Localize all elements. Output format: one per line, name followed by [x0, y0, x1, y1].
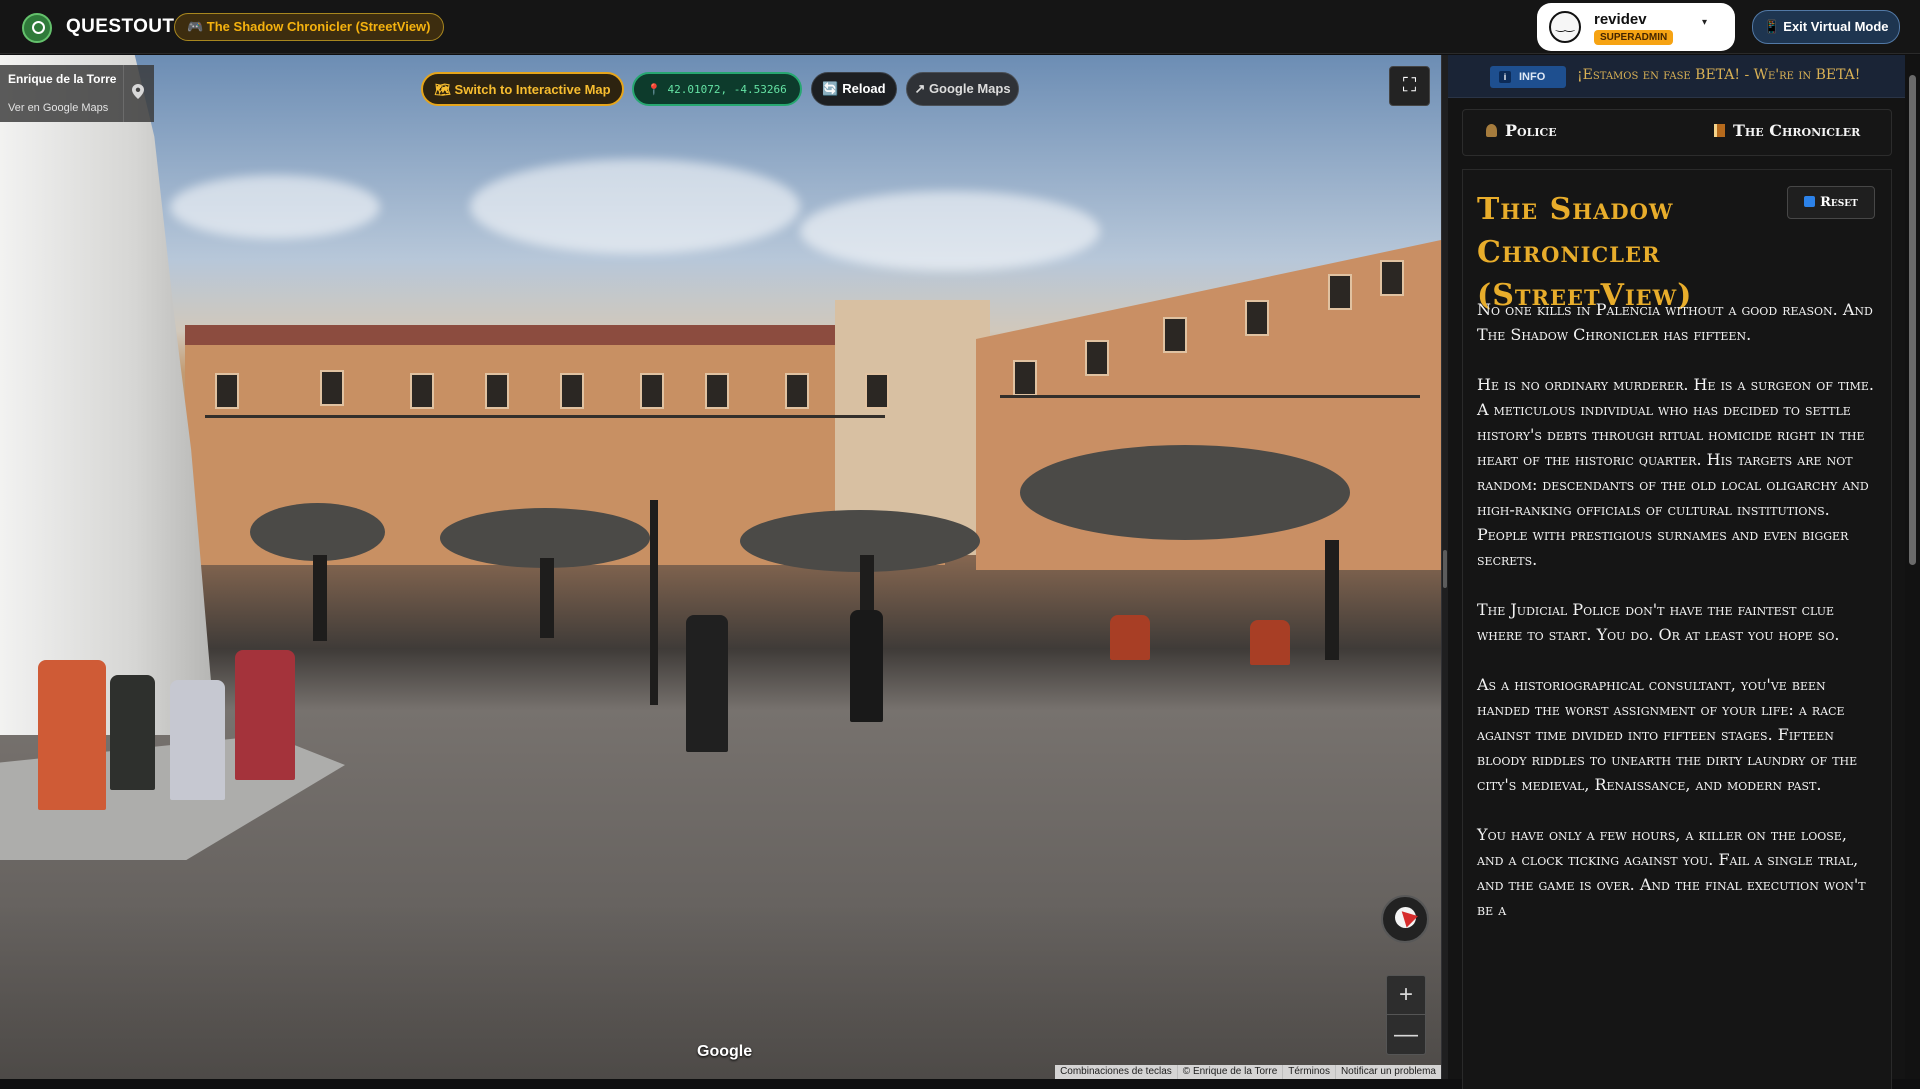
- panel-resize-handle[interactable]: [1441, 55, 1448, 1079]
- superadmin-badge: SUPERADMIN: [1594, 30, 1674, 45]
- username: revidev: [1594, 11, 1647, 28]
- zoom-in-button[interactable]: +: [1387, 976, 1425, 1015]
- reset-button[interactable]: Reset: [1787, 186, 1875, 219]
- story-paragraph: No one kills in Palencia without a good …: [1477, 300, 1873, 344]
- story-paragraph: You have only a few hours, a killer on t…: [1477, 825, 1866, 919]
- coordinates-display: 📍 42.01072, -4.53266: [632, 72, 802, 106]
- building-window: [485, 373, 509, 409]
- report-problem-link[interactable]: Notificar un problema: [1334, 1065, 1441, 1079]
- top-navigation-bar: QUESTOUT 🎮 The Shadow Chronicler (Street…: [0, 0, 1920, 54]
- sidebar-tabs: Police The Chronicler: [1462, 109, 1892, 156]
- tab-the-chronicler-label: The Chronicler: [1733, 121, 1861, 140]
- plaza-tree: [250, 503, 385, 561]
- copyright-link[interactable]: © Enrique de la Torre: [1176, 1065, 1282, 1079]
- active-quest-button[interactable]: 🎮 The Shadow Chronicler (StreetView): [174, 13, 444, 41]
- sidebar-scrollbar[interactable]: [1905, 55, 1920, 1079]
- view-in-google-maps-link[interactable]: Ver en Google Maps: [8, 102, 108, 114]
- google-maps-button[interactable]: ↗ Google Maps: [906, 72, 1019, 106]
- tree-trunk: [1325, 540, 1339, 660]
- building-window: [1328, 274, 1352, 310]
- building-window: [410, 373, 434, 409]
- tree-trunk: [540, 558, 554, 638]
- cloud: [170, 175, 380, 239]
- beta-message: ¡Estamos en fase BETA! - We're in BETA!: [1577, 67, 1861, 83]
- quest-description: No one kills in Palencia without a good …: [1477, 297, 1875, 947]
- story-paragraph: The Judicial Police don't have the faint…: [1477, 600, 1840, 644]
- building-window: [1163, 317, 1187, 353]
- street-lamp: [650, 500, 658, 705]
- pedestrian: [170, 680, 225, 800]
- info-badge: i INFO: [1490, 66, 1566, 88]
- exit-virtual-mode-button[interactable]: 📱 Exit Virtual Mode: [1752, 10, 1900, 44]
- cloud: [470, 159, 800, 254]
- smiley-avatar-icon: [1549, 11, 1581, 43]
- balcony-rail: [205, 415, 885, 418]
- beta-info-banner: i INFO ¡Estamos en fase BETA! - We're in…: [1448, 55, 1905, 98]
- story-paragraph: As a historiographical consultant, you'v…: [1477, 675, 1858, 794]
- building-window: [560, 373, 584, 409]
- reload-button[interactable]: 🔄 Reload: [811, 72, 897, 106]
- map-footer-links: Combinaciones de teclas © Enrique de la T…: [1055, 1065, 1441, 1079]
- info-label: INFO: [1519, 71, 1546, 83]
- google-logo: Google: [697, 1043, 753, 1060]
- scrollbar-thumb[interactable]: [1909, 75, 1916, 565]
- pedestrian: [110, 675, 155, 790]
- balcony-rail: [1000, 395, 1420, 398]
- pedestrian: [38, 660, 106, 810]
- reset-label: Reset: [1820, 195, 1858, 210]
- pedestrian: [1110, 615, 1150, 660]
- story-paragraph: He is no ordinary murderer. He is a surg…: [1477, 375, 1875, 569]
- building-window: [1380, 260, 1404, 296]
- zoom-control: + —: [1386, 975, 1426, 1055]
- pedestrian: [1250, 620, 1290, 665]
- cloud: [800, 191, 1100, 271]
- fullscreen-icon[interactable]: ⛶: [1389, 66, 1430, 106]
- brand-name[interactable]: QUESTOUT: [66, 16, 174, 38]
- keyboard-shortcuts-link[interactable]: Combinaciones de teclas: [1055, 1065, 1177, 1079]
- building-window: [1013, 360, 1037, 396]
- building-window: [705, 373, 729, 409]
- building-window: [640, 373, 664, 409]
- building-window: [1085, 340, 1109, 376]
- reset-icon: [1804, 196, 1816, 207]
- location-pin-icon[interactable]: [132, 84, 144, 99]
- tree-trunk: [313, 555, 327, 641]
- quest-story-card: The Shadow Chronicler (StreetView) Reset…: [1462, 169, 1892, 1089]
- pedestrian: [850, 610, 883, 722]
- police-icon: [1486, 124, 1497, 137]
- quest-sidebar: i INFO ¡Estamos en fase BETA! - We're in…: [1448, 55, 1920, 1089]
- switch-to-interactive-map-button[interactable]: 🗺 Switch to Interactive Map: [421, 72, 624, 106]
- plaza-tree: [1020, 445, 1350, 540]
- location-info-box: Enrique de la Torre Ver en Google Maps: [0, 65, 154, 122]
- questout-logo-icon[interactable]: [22, 13, 52, 43]
- user-menu[interactable]: revidev SUPERADMIN ▾: [1537, 3, 1735, 51]
- chevron-down-icon[interactable]: ▾: [1702, 17, 1707, 28]
- building-window: [865, 373, 889, 409]
- building-window: [785, 373, 809, 409]
- zoom-out-button[interactable]: —: [1387, 1016, 1425, 1055]
- location-title: Enrique de la Torre: [8, 72, 117, 86]
- terms-link[interactable]: Términos: [1282, 1065, 1335, 1079]
- building-window: [320, 370, 344, 406]
- tab-the-chronicler[interactable]: The Chronicler: [1714, 121, 1860, 140]
- building-window: [215, 373, 239, 409]
- book-icon: [1714, 124, 1725, 137]
- building-window: [1245, 300, 1269, 336]
- streetview-panorama[interactable]: Enrique de la Torre Ver en Google Maps 🗺…: [0, 55, 1441, 1079]
- tab-police-label: Police: [1505, 121, 1557, 140]
- info-icon: i: [1499, 71, 1511, 83]
- location-divider: [123, 65, 124, 122]
- compass-icon[interactable]: [1381, 895, 1429, 943]
- pedestrian: [235, 650, 295, 780]
- tab-police[interactable]: Police: [1486, 121, 1557, 140]
- pedestrian: [686, 615, 728, 752]
